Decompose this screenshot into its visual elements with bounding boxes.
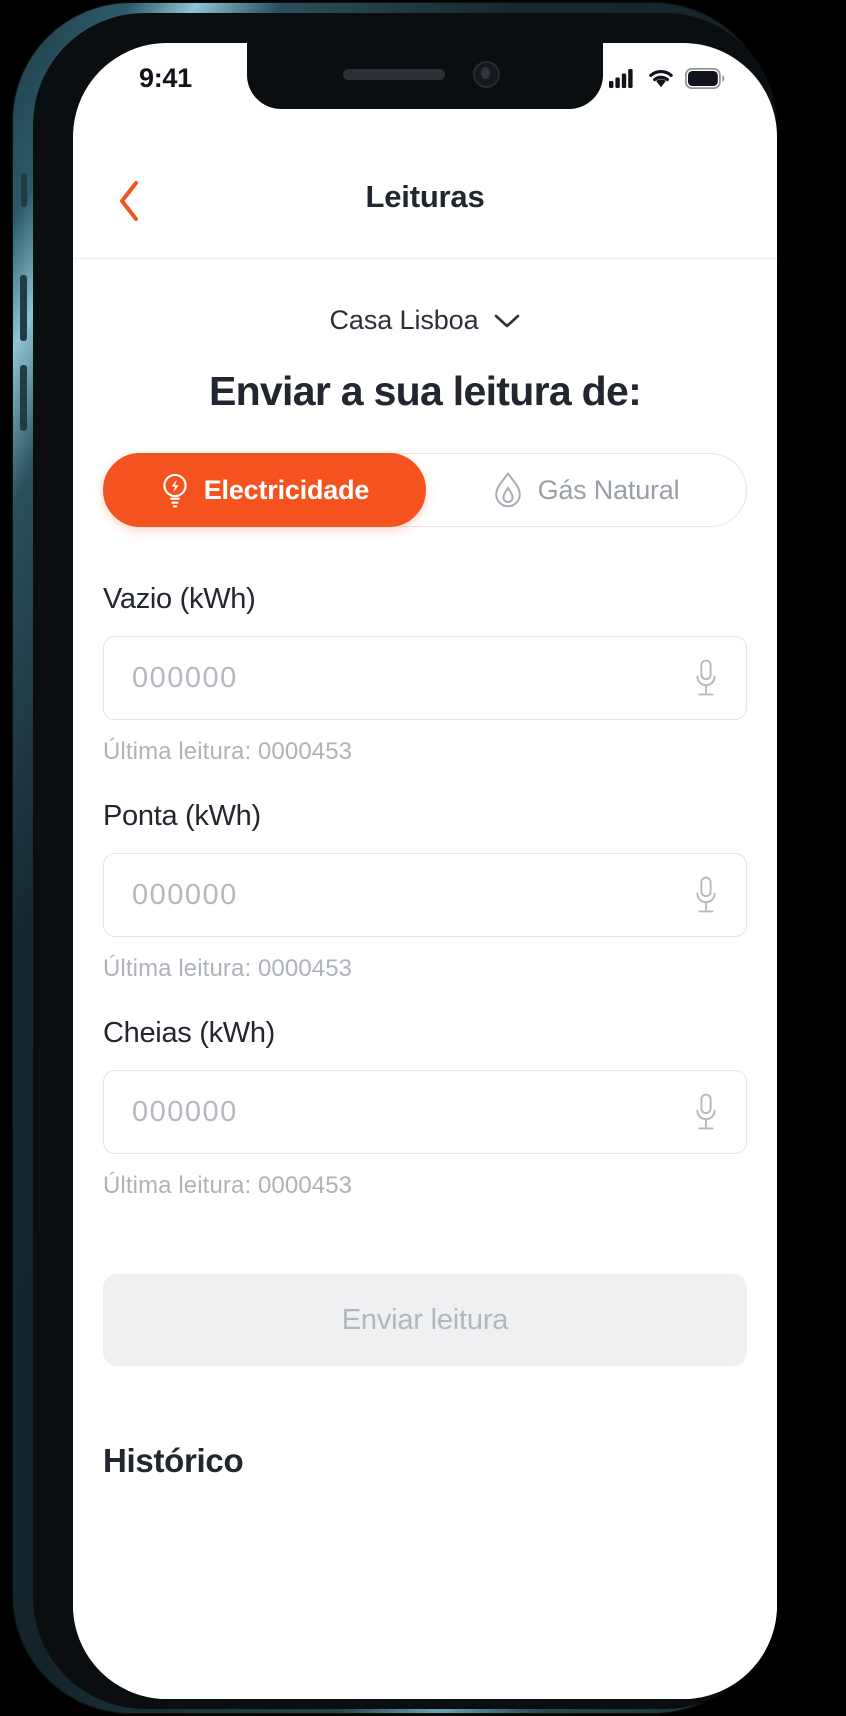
reading-field-ponta: Ponta (kWh) 000000 Última leitura: 00004… — [103, 800, 747, 983]
house-selector-dropdown[interactable]: Casa Lisboa — [103, 305, 747, 336]
microphone-icon — [696, 659, 716, 696]
field-label: Cheias (kWh) — [103, 1017, 276, 1049]
wifi-icon — [649, 70, 673, 88]
last-reading-hint: Última leitura: 0000453 — [103, 955, 353, 982]
battery-full-icon — [685, 67, 725, 89]
submit-reading-button[interactable]: Enviar leitura — [103, 1274, 747, 1366]
front-camera-icon — [473, 61, 500, 88]
microphone-icon — [696, 1093, 716, 1130]
input-container — [103, 1070, 747, 1154]
volume-up-button[interactable] — [20, 275, 27, 341]
readings-form: Vazio (kWh) 000000 Última leitura: 00004… — [103, 583, 747, 1200]
microphone-icon — [696, 876, 716, 913]
history-section-title: Histórico — [103, 1442, 244, 1479]
cellular-signal-icon — [609, 69, 633, 88]
earpiece-speaker — [343, 69, 445, 80]
last-reading-hint: Última leitura: 0000453 — [103, 1172, 353, 1199]
page-title: Leituras — [365, 179, 485, 214]
tab-electricidade-label: Electricidade — [203, 474, 370, 505]
voice-input-button[interactable] — [688, 873, 724, 917]
reading-field-vazio: Vazio (kWh) 000000 Última leitura: 00004… — [103, 583, 747, 766]
lightbulb-icon — [163, 473, 187, 508]
phone-frame: 9:41 Leituras Casa Lisboa Enviar a sua l… — [13, 3, 777, 1713]
tab-gas-natural[interactable]: Gás Natural — [425, 454, 746, 526]
input-container — [103, 853, 747, 937]
screenshot-stage: 9:41 Leituras Casa Lisboa Enviar a sua l… — [0, 0, 846, 1716]
notch — [247, 43, 603, 109]
energy-type-segmented-control: Electricidade Gás Natural — [103, 453, 747, 527]
page-heading: Enviar a sua leitura de: — [208, 368, 642, 414]
last-reading-hint: Última leitura: 0000453 — [103, 738, 353, 765]
silent-switch[interactable] — [21, 173, 27, 207]
page-content: Casa Lisboa Enviar a sua leitura de: Ele… — [73, 259, 777, 1699]
phone-bezel: 9:41 Leituras Casa Lisboa Enviar a sua l… — [33, 13, 777, 1709]
phone-screen: 9:41 Leituras Casa Lisboa Enviar a sua l… — [73, 43, 777, 1699]
cheias-input[interactable] — [104, 1071, 746, 1153]
tab-electricidade[interactable]: Electricidade — [103, 453, 426, 527]
reading-field-cheias: Cheias (kWh) 000000 Última leitura: 0000… — [103, 1017, 747, 1200]
input-container — [103, 636, 747, 720]
ponta-input[interactable] — [104, 854, 746, 936]
tab-gas-natural-label: Gás Natural — [537, 474, 680, 505]
field-label: Ponta (kWh) — [103, 800, 261, 832]
field-label: Vazio (kWh) — [103, 583, 256, 615]
voice-input-button[interactable] — [688, 656, 724, 700]
status-time: 9:41 — [139, 63, 192, 93]
vazio-input[interactable] — [104, 637, 746, 719]
voice-input-button[interactable] — [688, 1090, 724, 1134]
house-selector-label: Casa Lisboa — [329, 305, 479, 335]
flame-icon — [494, 471, 521, 508]
volume-down-button[interactable] — [20, 365, 27, 431]
status-indicators — [609, 67, 725, 89]
navigation-bar: Leituras — [73, 143, 777, 259]
chevron-down-icon — [494, 314, 519, 327]
